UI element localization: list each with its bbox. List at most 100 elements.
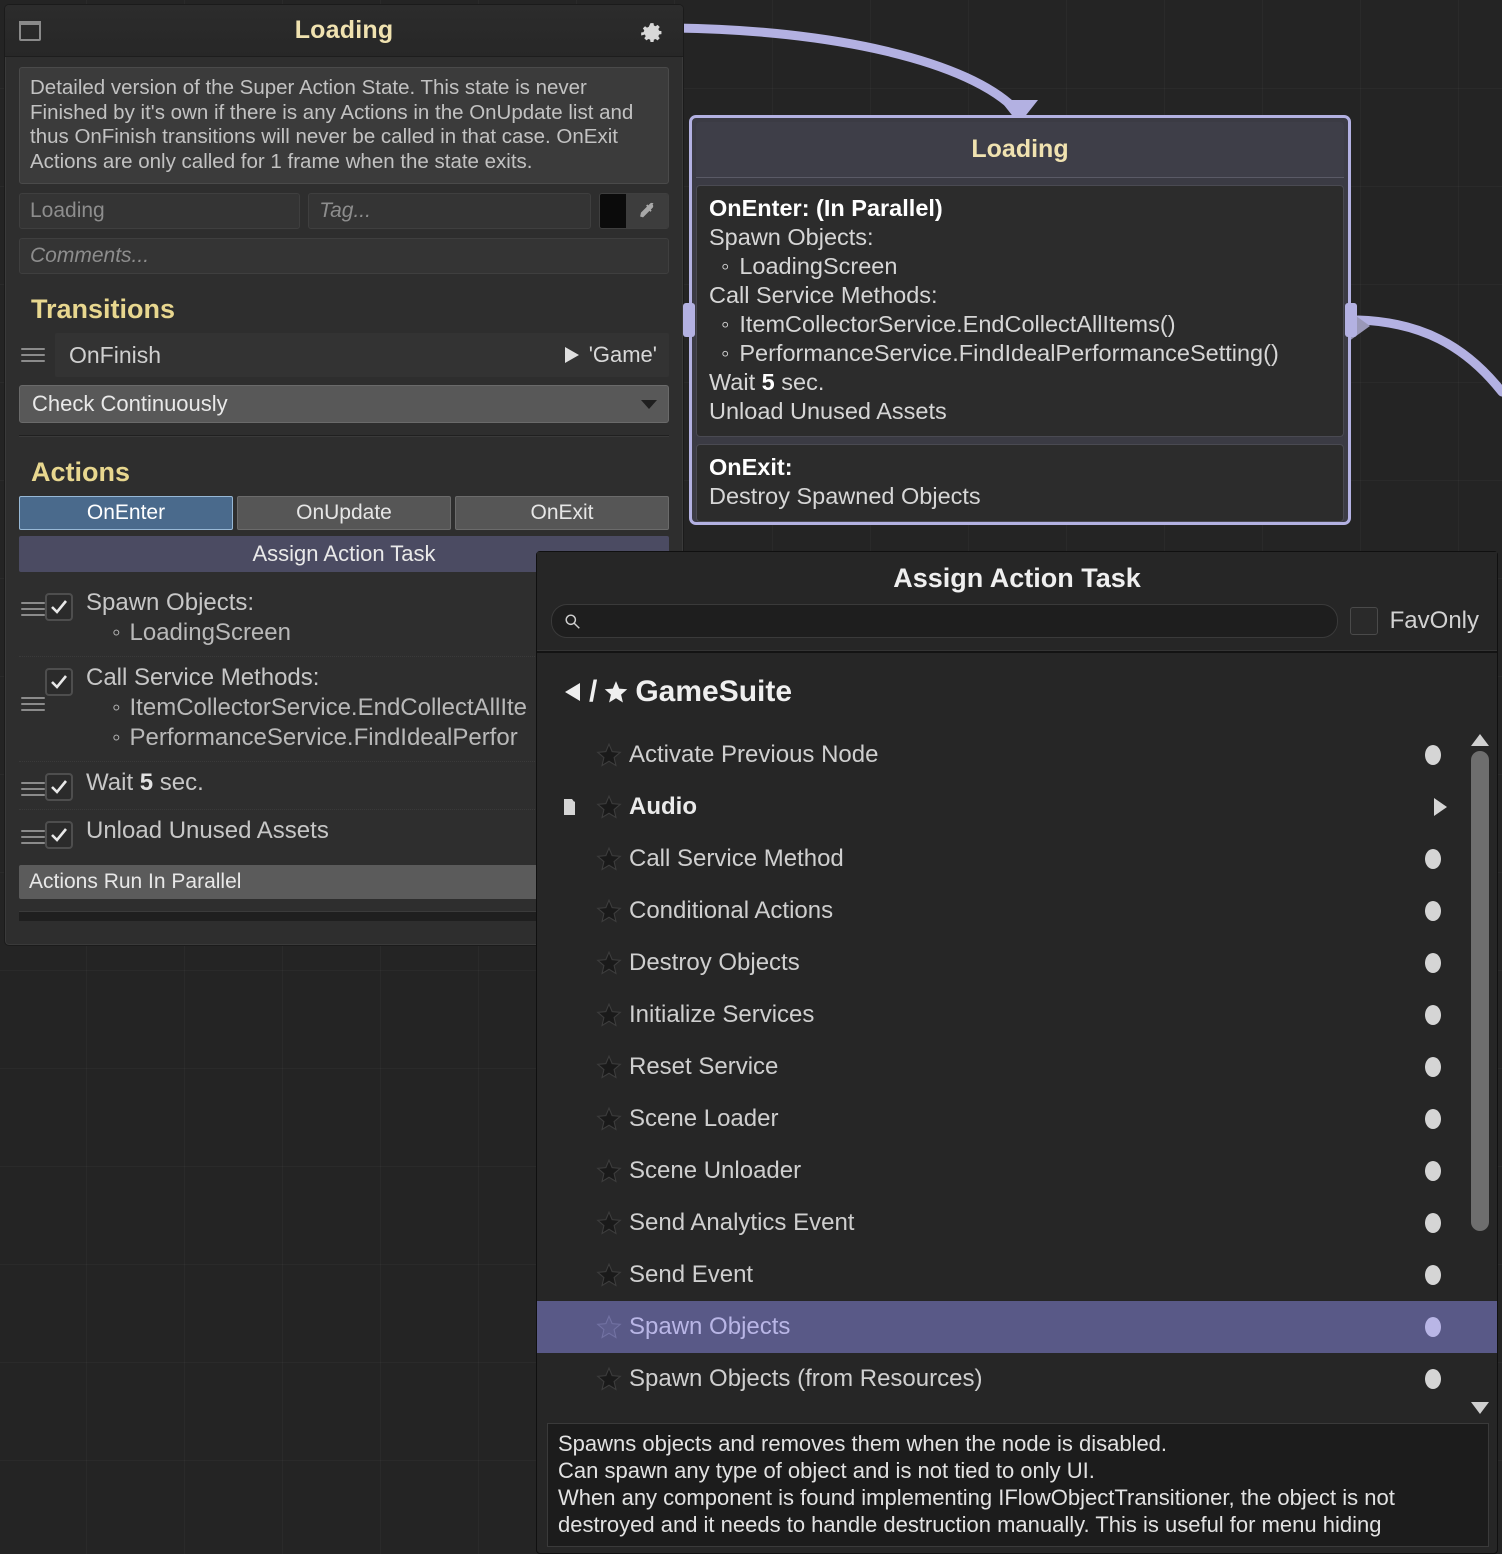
assign-action-task-popup: Assign Action Task FavOnly / GameSuite A… xyxy=(536,551,1498,1554)
list-item[interactable]: Send Analytics Event xyxy=(537,1197,1497,1249)
star-icon[interactable] xyxy=(589,1210,629,1236)
list-item[interactable]: Activate Previous Node xyxy=(537,729,1497,781)
list-item[interactable]: Conditional Actions xyxy=(537,885,1497,937)
gear-icon[interactable] xyxy=(639,21,665,47)
tag-input[interactable]: Tag... xyxy=(308,193,592,229)
transition-target-group: 'Game' xyxy=(563,342,657,368)
list-item[interactable]: Initialize Services xyxy=(537,989,1497,1041)
node-onenter-block: OnEnter: (In Parallel) Spawn Objects: Lo… xyxy=(696,185,1344,437)
drag-handle-icon[interactable] xyxy=(19,602,45,616)
check-icon xyxy=(51,780,68,794)
list-item[interactable]: Call Service Method xyxy=(537,833,1497,885)
graph-node-loading[interactable]: Loading OnEnter: (In Parallel) Spawn Obj… xyxy=(683,115,1357,525)
tab-onupdate[interactable]: OnUpdate xyxy=(237,496,451,530)
list-scrollbar[interactable] xyxy=(1469,733,1491,1415)
search-input[interactable] xyxy=(551,604,1338,638)
list-item-label: Scene Unloader xyxy=(629,1157,802,1184)
list-item[interactable]: Reset Service xyxy=(537,1041,1497,1093)
eyedropper-icon[interactable] xyxy=(626,194,669,228)
list-item[interactable]: Spawn Objects (from Resources) xyxy=(537,1353,1497,1405)
item-indicator-dot xyxy=(1425,1005,1441,1025)
back-arrow-icon[interactable] xyxy=(563,680,583,704)
node-line: Destroy Spawned Objects xyxy=(709,483,981,509)
transition-check-mode-select[interactable]: Check Continuously xyxy=(19,385,669,423)
action-subitem: LoadingScreen xyxy=(86,618,291,648)
wait-suffix: sec. xyxy=(153,769,204,796)
action-title: Call Service Methods: xyxy=(86,664,320,691)
list-item[interactable]: Scene Unloader xyxy=(537,1145,1497,1197)
color-swatch-group[interactable] xyxy=(599,193,670,229)
check-icon xyxy=(51,675,68,689)
transition-item[interactable]: OnFinish 'Game' xyxy=(55,333,669,377)
node-line-bullet: PerformanceService.FindIdealPerformanceS… xyxy=(709,339,1331,368)
drag-handle-icon[interactable] xyxy=(19,782,45,796)
color-swatch[interactable] xyxy=(600,194,627,228)
star-icon[interactable] xyxy=(589,1158,629,1184)
comments-input[interactable]: Comments... xyxy=(19,238,669,274)
list-item-label: Call Service Method xyxy=(629,845,844,872)
item-indicator-dot xyxy=(1425,745,1441,765)
list-item[interactable]: Audio xyxy=(537,781,1497,833)
node-output-port[interactable] xyxy=(1345,303,1357,337)
node-title: Loading xyxy=(696,122,1344,178)
list-item[interactable]: Scene Loader xyxy=(537,1093,1497,1145)
star-icon[interactable] xyxy=(589,742,629,768)
transition-check-mode-value: Check Continuously xyxy=(32,391,228,416)
scrollbar-thumb[interactable] xyxy=(1471,751,1489,1231)
star-icon[interactable] xyxy=(589,898,629,924)
popup-title: Assign Action Task xyxy=(537,552,1497,604)
scroll-down-arrow-icon[interactable] xyxy=(1470,1401,1490,1415)
wait-seconds: 5 xyxy=(761,369,775,395)
transition-row[interactable]: OnFinish 'Game' xyxy=(19,333,669,377)
item-indicator-dot xyxy=(1425,1213,1441,1233)
window-icon[interactable] xyxy=(19,20,41,41)
action-title: Spawn Objects: xyxy=(86,589,255,616)
action-subitem: PerformanceService.FindIdealPerfor xyxy=(86,723,527,753)
star-icon[interactable] xyxy=(589,794,629,820)
star-icon[interactable] xyxy=(589,1262,629,1288)
tab-onexit[interactable]: OnExit xyxy=(455,496,669,530)
star-icon[interactable] xyxy=(589,1366,629,1392)
fav-only-checkbox[interactable] xyxy=(1349,607,1378,635)
list-item-label: Audio xyxy=(629,793,697,820)
star-icon[interactable] xyxy=(589,846,629,872)
folder-icon xyxy=(563,797,589,817)
action-text: Wait 5 sec. xyxy=(86,768,204,798)
node-line-bullet: LoadingScreen xyxy=(709,252,1331,281)
list-item-label: Spawn Objects xyxy=(629,1313,791,1340)
action-text: Unload Unused Assets xyxy=(86,816,329,846)
star-icon[interactable] xyxy=(589,1054,629,1080)
item-indicator-dot xyxy=(1425,1369,1441,1389)
state-name-input[interactable]: Loading xyxy=(19,193,301,229)
list-item-label: Scene Loader xyxy=(629,1105,779,1132)
tab-onenter[interactable]: OnEnter xyxy=(19,496,233,530)
drag-handle-icon[interactable] xyxy=(19,697,45,711)
star-icon[interactable] xyxy=(589,1314,629,1340)
scrollbar-track[interactable] xyxy=(1469,751,1491,1397)
breadcrumb[interactable]: / GameSuite xyxy=(537,653,1497,729)
star-icon[interactable] xyxy=(589,950,629,976)
breadcrumb-label: GameSuite xyxy=(635,675,793,708)
list-item-selected[interactable]: Spawn Objects xyxy=(537,1301,1497,1353)
action-tabs: OnEnter OnUpdate OnExit xyxy=(19,496,669,530)
node-onenter-header: OnEnter: (In Parallel) xyxy=(709,195,943,221)
popup-list-wrapper: Activate Previous Node Audio Call Servic xyxy=(537,729,1497,1419)
action-enabled-checkbox[interactable] xyxy=(45,821,73,849)
scroll-up-arrow-icon[interactable] xyxy=(1470,733,1490,747)
action-enabled-checkbox[interactable] xyxy=(45,773,73,801)
action-enabled-checkbox[interactable] xyxy=(45,593,73,621)
list-item-label: Conditional Actions xyxy=(629,897,834,924)
list-item-label: Send Analytics Event xyxy=(629,1209,855,1236)
star-icon[interactable] xyxy=(589,1002,629,1028)
transition-target: 'Game' xyxy=(588,342,657,367)
item-indicator-dot xyxy=(1425,1057,1441,1077)
list-item[interactable]: Destroy Objects xyxy=(537,937,1497,989)
check-icon xyxy=(51,828,68,842)
drag-handle-icon[interactable] xyxy=(19,830,45,844)
drag-handle-icon[interactable] xyxy=(19,348,45,362)
item-indicator-dot xyxy=(1425,1265,1441,1285)
action-enabled-checkbox[interactable] xyxy=(45,668,73,696)
node-input-port[interactable] xyxy=(683,303,695,337)
list-item[interactable]: Send Event xyxy=(537,1249,1497,1301)
star-icon[interactable] xyxy=(589,1106,629,1132)
